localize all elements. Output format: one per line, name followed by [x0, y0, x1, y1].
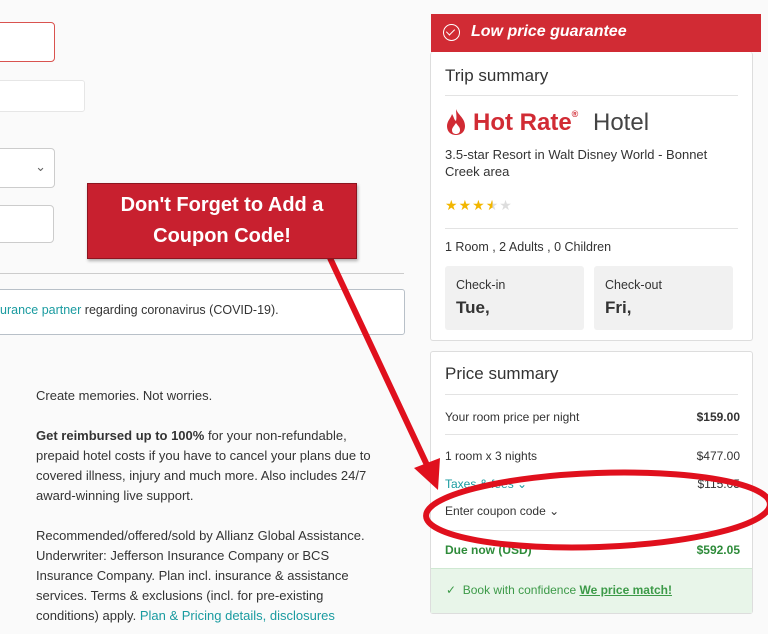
arrow-shaft — [327, 256, 430, 467]
coupon-reminder-callout: Don't Forget to Add a Coupon Code! — [87, 183, 357, 259]
annotation-overlay — [327, 256, 768, 551]
callout-line-2: Coupon Code! — [153, 225, 291, 247]
highlight-ellipse — [423, 469, 768, 551]
callout-line-1: Don't Forget to Add a — [120, 194, 324, 216]
